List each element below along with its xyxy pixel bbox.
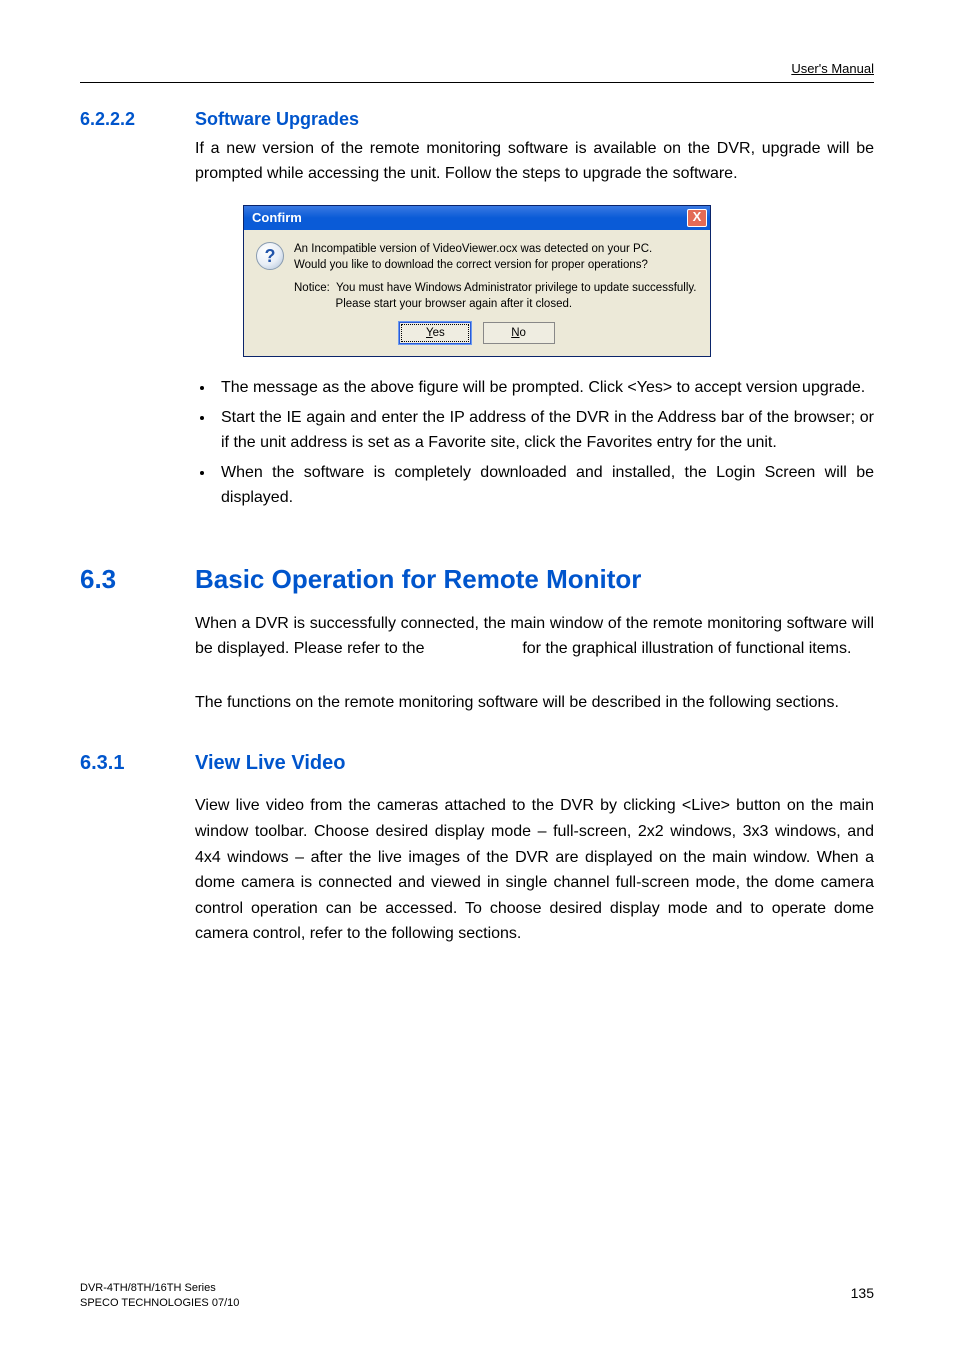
footer-line1: DVR-4TH/8TH/16TH Series (80, 1282, 216, 1294)
section-paragraph: If a new version of the remote monitorin… (195, 136, 874, 187)
page-number: 135 (851, 1282, 874, 1304)
dialog-notice: Notice: You must have Windows Administra… (294, 281, 698, 312)
section-paragraph: When a DVR is successfully connected, th… (195, 611, 874, 662)
dialog-message: An Incompatible version of VideoViewer.o… (294, 242, 698, 273)
dialog-titlebar: Confirm X (244, 206, 710, 230)
bullet-list: The message as the above figure will be … (195, 375, 874, 511)
dialog-body: ? An Incompatible version of VideoViewer… (244, 230, 710, 356)
heading-title: View Live Video (195, 747, 874, 779)
heading-title: Basic Operation for Remote Monitor (195, 559, 874, 601)
list-item: Start the IE again and enter the IP addr… (215, 405, 874, 456)
heading-6-2-2-2: 6.2.2.2 Software Upgrades (80, 105, 874, 134)
footer-left: DVR-4TH/8TH/16TH Series SPECO TECHNOLOGI… (80, 1281, 874, 1310)
close-icon[interactable]: X (687, 209, 707, 227)
dialog-notice-prefix: Notice: (294, 282, 330, 294)
heading-6-3-1: 6.3.1 View Live Video (80, 747, 874, 779)
dialog-title-text: Confirm (252, 208, 302, 229)
header-right-label: User's Manual (791, 59, 874, 80)
no-rest: o (520, 327, 526, 339)
dialog-line2: Would you like to download the correct v… (294, 259, 648, 271)
heading-number: 6.3 (80, 559, 195, 601)
heading-number: 6.2.2.2 (80, 105, 195, 134)
list-item: The message as the above figure will be … (215, 375, 874, 401)
dialog-notice-l1: You must have Windows Administrator priv… (336, 282, 697, 294)
dialog-screenshot: Confirm X ? An Incompatible version of V… (80, 205, 874, 357)
list-item: When the software is completely download… (215, 460, 874, 511)
yes-button[interactable]: Yes (399, 322, 471, 344)
no-button[interactable]: No (483, 322, 555, 344)
question-icon: ? (256, 242, 284, 270)
confirm-dialog: Confirm X ? An Incompatible version of V… (243, 205, 711, 357)
heading-number: 6.3.1 (80, 747, 195, 779)
footer-line2: SPECO TECHNOLOGIES 07/10 (80, 1297, 239, 1309)
page-header: User's Manual (80, 55, 874, 83)
yes-underline: Y (426, 327, 433, 339)
no-underline: N (511, 327, 519, 339)
page-footer: DVR-4TH/8TH/16TH Series SPECO TECHNOLOGI… (80, 1281, 874, 1310)
section-paragraph: View live video from the cameras attache… (195, 793, 874, 947)
dialog-notice-l2: Please start your browser again after it… (336, 298, 573, 310)
heading-6-3: 6.3 Basic Operation for Remote Monitor (80, 559, 874, 601)
dialog-line1: An Incompatible version of VideoViewer.o… (294, 243, 652, 255)
dialog-buttons: Yes No (256, 322, 698, 344)
p1b: for the graphical illustration of functi… (522, 640, 851, 657)
yes-rest: es (433, 327, 445, 339)
section-paragraph: The functions on the remote monitoring s… (195, 690, 874, 716)
heading-title: Software Upgrades (195, 105, 874, 134)
